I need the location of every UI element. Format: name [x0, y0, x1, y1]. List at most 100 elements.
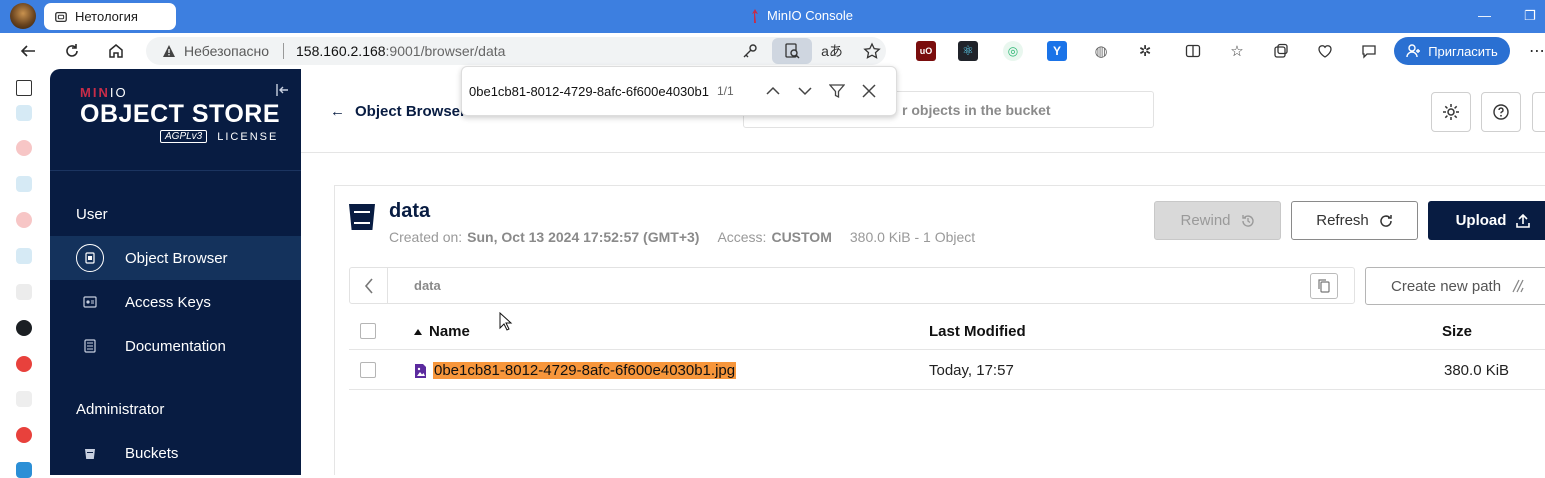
find-close-icon[interactable]: [853, 79, 885, 103]
ublock-extension-icon[interactable]: uO: [916, 41, 936, 61]
react-devtools-icon[interactable]: ⚛: [958, 41, 978, 61]
split-screen-icon[interactable]: [1183, 41, 1203, 61]
column-header-name[interactable]: Name: [413, 323, 470, 340]
home-icon[interactable]: [104, 39, 128, 63]
column-header-size[interactable]: Size: [1442, 323, 1472, 340]
settings-gear-icon[interactable]: [1431, 92, 1471, 132]
refresh-icon: [1380, 214, 1392, 227]
collapse-sidebar-icon[interactable]: [276, 83, 290, 97]
profile-avatar[interactable]: [10, 3, 36, 29]
browser-titlebar: Нетология MinIO Console — ❐: [0, 0, 1545, 33]
find-in-page-bar: 0be1cb81-8012-4729-8afc-6f600e4030b1.jpg…: [461, 66, 897, 116]
yandex-tab-icon[interactable]: [16, 356, 32, 372]
yandex-tab-icon[interactable]: [16, 427, 32, 443]
find-in-page-icon[interactable]: [772, 38, 812, 64]
mouse-cursor-icon: [499, 312, 513, 331]
sidebar-item-object-browser[interactable]: Object Browser: [50, 236, 301, 280]
bucket-meta: Created on: Sun, Oct 13 2024 17:52:57 (G…: [389, 229, 975, 245]
upload-button[interactable]: Upload: [1428, 201, 1545, 240]
yandex-extension-icon[interactable]: Y: [1047, 41, 1067, 61]
select-all-checkbox[interactable]: [360, 323, 376, 339]
find-next-icon[interactable]: [789, 79, 821, 103]
agpl-badge: AGPLv3: [160, 130, 208, 143]
browser-toolbar: Небезопасно 158.160.2.168 :9001/browser/…: [0, 33, 1545, 69]
invite-label: Пригласить: [1428, 43, 1498, 59]
address-separator: [283, 43, 285, 59]
logo-brand: MINIO: [80, 85, 128, 100]
translate-icon[interactable]: aあ: [819, 38, 845, 64]
upload-label: Upload: [1455, 212, 1507, 229]
minio-favicon-icon: [752, 8, 758, 23]
logo-license: AGPLv3 LICENSE: [160, 130, 278, 143]
back-arrow-icon[interactable]: [16, 39, 40, 63]
bucket-panel: data Created on: Sun, Oct 13 2024 17:52:…: [334, 185, 1545, 475]
browser-tab[interactable]: Нетология: [44, 3, 176, 30]
sidebar-item-access-keys[interactable]: Access Keys: [50, 280, 301, 324]
globe-extension-icon[interactable]: ◍: [1091, 41, 1111, 61]
refresh-label: Refresh: [1316, 212, 1369, 229]
pinned-tab-icon[interactable]: [16, 284, 32, 300]
breadcrumb: data: [349, 267, 1355, 304]
table-header: Name Last Modified Size: [349, 311, 1545, 350]
reload-icon[interactable]: [60, 39, 84, 63]
sidebar-item-label: Object Browser: [125, 249, 228, 267]
browser-essentials-icon[interactable]: [1315, 41, 1335, 61]
more-menu-icon[interactable]: ⋯: [1525, 39, 1545, 63]
image-file-icon: [415, 363, 426, 378]
find-filter-icon[interactable]: [821, 79, 853, 103]
back-to-object-browser[interactable]: ← Object Browser: [330, 103, 466, 120]
invite-button[interactable]: Пригласить: [1394, 37, 1510, 65]
upload-icon: [1516, 213, 1531, 228]
access-keys-icon: [76, 288, 104, 316]
back-label: Object Browser: [355, 103, 466, 120]
sidebar-item-buckets[interactable]: Buckets: [50, 431, 301, 475]
collections-icon[interactable]: [1271, 41, 1291, 61]
created-value: Sun, Oct 13 2024 17:52:57 (GMT+3): [467, 229, 700, 245]
history-icon: [1241, 214, 1254, 227]
create-new-path-button[interactable]: Create new path: [1365, 267, 1545, 305]
find-input[interactable]: 0be1cb81-8012-4729-8afc-6f600e4030b1.jpg: [469, 84, 709, 99]
sidebar-item-label: Buckets: [125, 444, 179, 462]
extensions-puzzle-icon[interactable]: ✲: [1135, 41, 1155, 61]
minimize-icon[interactable]: —: [1478, 8, 1491, 23]
sort-ascending-icon: [414, 328, 422, 335]
feedback-icon[interactable]: [1359, 41, 1379, 61]
favorites-icon[interactable]: ☆: [1227, 41, 1247, 61]
pinned-tab-icon[interactable]: [16, 462, 32, 478]
browser-side-rail: [0, 69, 50, 478]
copy-path-icon[interactable]: [1310, 273, 1338, 299]
chevron-left-icon[interactable]: [350, 268, 388, 303]
rewind-button[interactable]: Rewind: [1154, 201, 1281, 240]
sidebar-item-label: Access Keys: [125, 293, 211, 311]
extension-circle-icon[interactable]: ◎: [1003, 41, 1023, 61]
account-menu-button[interactable]: [1532, 92, 1545, 132]
restore-icon[interactable]: ❐: [1524, 8, 1536, 24]
sidebar-divider: [50, 170, 301, 171]
pinned-tab-icon[interactable]: [16, 248, 32, 264]
table-row[interactable]: 0be1cb81-8012-4729-8afc-6f600e4030b1.jpg…: [349, 350, 1545, 390]
new-path-icon: [1512, 279, 1524, 293]
breadcrumb-path[interactable]: data: [414, 278, 441, 293]
address-host: 158.160.2.168: [296, 43, 386, 59]
search-placeholder: r objects in the bucket: [902, 101, 1051, 118]
github-tab-icon[interactable]: [16, 320, 32, 336]
pinned-tab-icon[interactable]: [16, 105, 32, 121]
column-header-last-modified[interactable]: Last Modified: [929, 323, 1026, 340]
help-icon[interactable]: [1481, 92, 1521, 132]
sidebar-item-documentation[interactable]: Documentation: [50, 324, 301, 368]
file-name: 0be1cb81-8012-4729-8afc-6f600e4030b1.jpg: [433, 362, 737, 379]
yandex-tab-icon[interactable]: [16, 140, 32, 156]
yandex-tab-icon[interactable]: [16, 212, 32, 228]
pinned-tab-icon[interactable]: [16, 391, 32, 407]
file-name-cell[interactable]: 0be1cb81-8012-4729-8afc-6f600e4030b1.jpg: [414, 362, 737, 379]
pinned-tab-icon[interactable]: [16, 176, 32, 192]
favorite-star-icon[interactable]: [859, 38, 885, 64]
tab-actions-icon[interactable]: [16, 80, 32, 96]
object-browser-icon: [76, 244, 104, 272]
find-query: 0be1cb81-8012-4729-8afc-6f600e4030b1.jpg: [469, 83, 709, 99]
column-label-name: Name: [429, 323, 470, 340]
row-checkbox[interactable]: [360, 362, 376, 378]
refresh-button[interactable]: Refresh: [1291, 201, 1418, 240]
find-previous-icon[interactable]: [757, 79, 789, 103]
key-icon[interactable]: [737, 38, 763, 64]
